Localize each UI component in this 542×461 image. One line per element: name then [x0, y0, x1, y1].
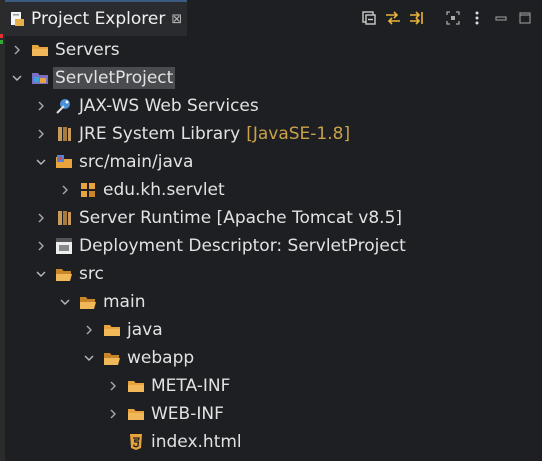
tree-item-package[interactable]: edu.kh.servlet: [5, 176, 542, 204]
chevron-right-icon[interactable]: [35, 212, 47, 224]
jre-version-decoration: [JavaSE-1.8]: [246, 124, 351, 144]
folder-open-icon: [79, 293, 97, 311]
tree-item-web-inf[interactable]: WEB-INF: [5, 400, 542, 428]
tree-item-webapp[interactable]: webapp: [5, 344, 542, 372]
tree-item-servletproject[interactable]: ServletProject: [5, 64, 542, 92]
chevron-right-icon[interactable]: [35, 240, 47, 252]
tree-item-label: Deployment Descriptor: ServletProject: [79, 236, 406, 256]
tree-item-src[interactable]: src: [5, 260, 542, 288]
tree-item-label: edu.kh.servlet: [103, 180, 225, 200]
tree-item-servers[interactable]: Servers: [5, 36, 542, 64]
chevron-down-icon[interactable]: [35, 268, 47, 280]
chevron-right-icon[interactable]: [107, 408, 119, 420]
chevron-right-icon[interactable]: [59, 184, 71, 196]
view-tab-bar: Project Explorer ⊠: [5, 0, 542, 36]
tree-item-label: META-INF: [151, 376, 231, 396]
package-icon: [79, 181, 97, 199]
folder-icon: [127, 377, 145, 395]
tree-item-label: main: [103, 292, 146, 312]
tree-item-label: java: [127, 320, 163, 340]
deployment-descriptor-icon: [55, 237, 73, 255]
library-icon: [55, 209, 73, 227]
view-toolbar: [360, 8, 534, 28]
chevron-right-icon[interactable]: [35, 128, 47, 140]
error-marker: [0, 34, 3, 38]
tree-item-meta-inf[interactable]: META-INF: [5, 372, 542, 400]
tree-item-label: webapp: [127, 348, 195, 368]
filter-icon[interactable]: [408, 9, 426, 27]
folder-icon: [31, 41, 49, 59]
folder-open-icon: [103, 349, 121, 367]
view-title: Project Explorer: [31, 9, 166, 29]
tree-item-label: JRE System Library: [79, 124, 241, 144]
chevron-down-icon[interactable]: [35, 156, 47, 168]
tab-project-explorer[interactable]: Project Explorer ⊠: [5, 0, 187, 36]
tree-item-label: src/main/java: [79, 152, 194, 172]
close-icon[interactable]: ⊠: [171, 12, 182, 27]
chevron-right-icon[interactable]: [11, 44, 23, 56]
folder-icon: [127, 405, 145, 423]
change-marker: [0, 40, 3, 44]
tree-item-label: index.html: [151, 432, 242, 452]
tree-item-label: src: [79, 264, 104, 284]
toolbar-separator: [432, 9, 438, 27]
folder-open-icon: [55, 265, 73, 283]
chevron-down-icon[interactable]: [83, 352, 95, 364]
tree-item-server-runtime[interactable]: Server Runtime [Apache Tomcat v8.5]: [5, 204, 542, 232]
tree-item-label: Server Runtime [Apache Tomcat v8.5]: [79, 208, 403, 228]
web-project-icon: [31, 69, 49, 87]
tree-item-main[interactable]: main: [5, 288, 542, 316]
chevron-down-icon[interactable]: [11, 72, 23, 84]
tree-item-src-main-java[interactable]: src/main/java: [5, 148, 542, 176]
tree-item-java[interactable]: java: [5, 316, 542, 344]
maximize-icon[interactable]: [516, 9, 534, 27]
folder-icon: [103, 321, 121, 339]
chevron-right-icon[interactable]: [107, 380, 119, 392]
minimize-icon[interactable]: [492, 9, 510, 27]
focus-icon[interactable]: [444, 9, 462, 27]
chevron-right-icon[interactable]: [35, 100, 47, 112]
web-services-icon: [55, 97, 73, 115]
tree-item-label: WEB-INF: [151, 404, 224, 424]
html5-file-icon: [127, 433, 145, 451]
tree-item-index-html[interactable]: index.html: [5, 428, 542, 456]
tree-item-jre-library[interactable]: JRE System Library [JavaSE-1.8]: [5, 120, 542, 148]
chevron-down-icon[interactable]: [59, 296, 71, 308]
project-tree[interactable]: Servers ServletProject JAX-WS Web Servic…: [5, 36, 542, 461]
chevron-right-icon[interactable]: [83, 324, 95, 336]
tree-item-jaxws[interactable]: JAX-WS Web Services: [5, 92, 542, 120]
tree-item-label: JAX-WS Web Services: [79, 96, 259, 116]
tree-item-deployment-descriptor[interactable]: Deployment Descriptor: ServletProject: [5, 232, 542, 260]
library-icon: [55, 125, 73, 143]
collapse-all-icon[interactable]: [360, 9, 378, 27]
source-folder-icon: [55, 153, 73, 171]
tree-item-label-selected: ServletProject: [53, 67, 176, 89]
view-menu-icon[interactable]: [468, 9, 486, 27]
tree-item-label: Servers: [55, 40, 120, 60]
link-with-editor-icon[interactable]: [384, 9, 402, 27]
project-explorer-icon: [9, 11, 25, 27]
